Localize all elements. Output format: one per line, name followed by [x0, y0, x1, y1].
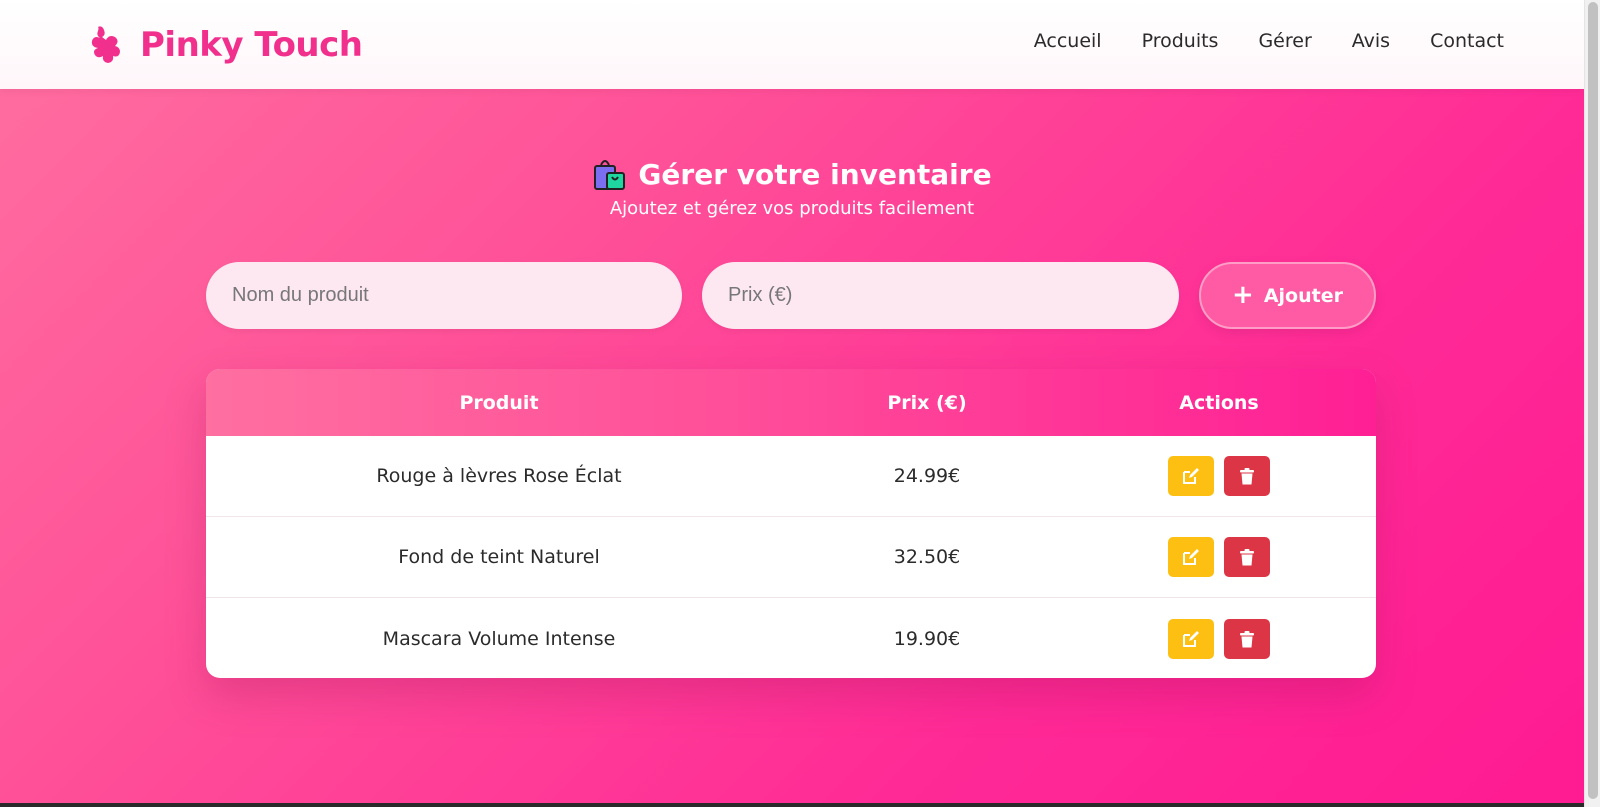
vertical-scrollbar[interactable]	[1584, 0, 1600, 807]
puzzle-splash-icon	[91, 26, 120, 63]
trash-icon	[1240, 468, 1254, 485]
main-nav: Accueil Produits Gérer Avis Contact	[1034, 30, 1504, 52]
nav-contact[interactable]: Contact	[1430, 30, 1504, 52]
row-actions	[1062, 517, 1376, 597]
nav-gerer[interactable]: Gérer	[1258, 30, 1311, 52]
inventory-table: Produit Prix (€) Actions Rouge à lèvres …	[206, 369, 1376, 678]
delete-button[interactable]	[1224, 537, 1270, 577]
table-row: Fond de teint Naturel 32.50€	[206, 517, 1376, 598]
edit-button[interactable]	[1168, 618, 1214, 659]
edit-icon	[1183, 549, 1199, 565]
delete-button[interactable]	[1224, 618, 1270, 659]
plus-icon: +	[1232, 279, 1254, 310]
site-header: Pinky Touch Accueil Produits Gérer Avis …	[0, 0, 1584, 89]
shopping-bags-icon	[594, 160, 626, 190]
edit-button[interactable]	[1168, 537, 1214, 577]
delete-button[interactable]	[1224, 456, 1270, 496]
page-title: Gérer votre inventaire	[0, 156, 1584, 192]
trash-icon	[1240, 549, 1254, 566]
brand-name: Pinky Touch	[140, 25, 363, 65]
header-prix: Prix (€)	[887, 391, 967, 414]
scrollbar-thumb[interactable]	[1588, 2, 1598, 799]
trash-icon	[1240, 630, 1254, 647]
product-name: Mascara Volume Intense	[382, 627, 616, 650]
edit-icon	[1183, 468, 1199, 484]
product-price: 24.99€	[893, 465, 961, 487]
product-name: Rouge à lèvres Rose Éclat	[376, 465, 622, 487]
header-produit: Produit	[459, 391, 539, 414]
brand-logo[interactable]: Pinky Touch	[84, 22, 363, 68]
product-price: 32.50€	[893, 546, 961, 568]
table-row: Rouge à lèvres Rose Éclat 24.99€	[206, 436, 1376, 517]
table-header: Produit Prix (€) Actions	[206, 369, 1376, 436]
page-title-text: Gérer votre inventaire	[638, 157, 992, 191]
header-actions: Actions	[1179, 391, 1259, 414]
table-row: Mascara Volume Intense 19.90€	[206, 598, 1376, 678]
page: Pinky Touch Accueil Produits Gérer Avis …	[0, 0, 1600, 807]
row-actions	[1062, 598, 1376, 678]
row-actions	[1062, 436, 1376, 516]
page-subtitle: Ajoutez et gérez vos produits facilement	[609, 198, 975, 219]
edit-button[interactable]	[1168, 456, 1214, 496]
product-name-input[interactable]	[206, 262, 682, 329]
add-product-label: Ajouter	[1263, 284, 1343, 307]
nav-produits[interactable]: Produits	[1142, 30, 1219, 52]
product-price: 19.90€	[893, 627, 961, 650]
add-product-button[interactable]: + Ajouter	[1199, 262, 1376, 329]
product-price-input[interactable]	[702, 262, 1179, 329]
edit-icon	[1183, 630, 1199, 647]
product-name: Fond de teint Naturel	[398, 546, 600, 568]
bottom-edge	[0, 803, 1584, 807]
nav-avis[interactable]: Avis	[1352, 30, 1390, 52]
nav-accueil[interactable]: Accueil	[1034, 30, 1102, 52]
